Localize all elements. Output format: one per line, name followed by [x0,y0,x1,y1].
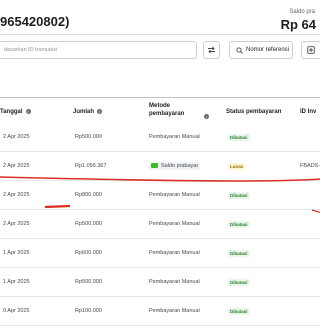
annotation-underline [0,176,320,182]
annotation-mark [311,209,320,214]
annotation-mark [44,204,71,209]
annotation-layer [0,176,320,214]
